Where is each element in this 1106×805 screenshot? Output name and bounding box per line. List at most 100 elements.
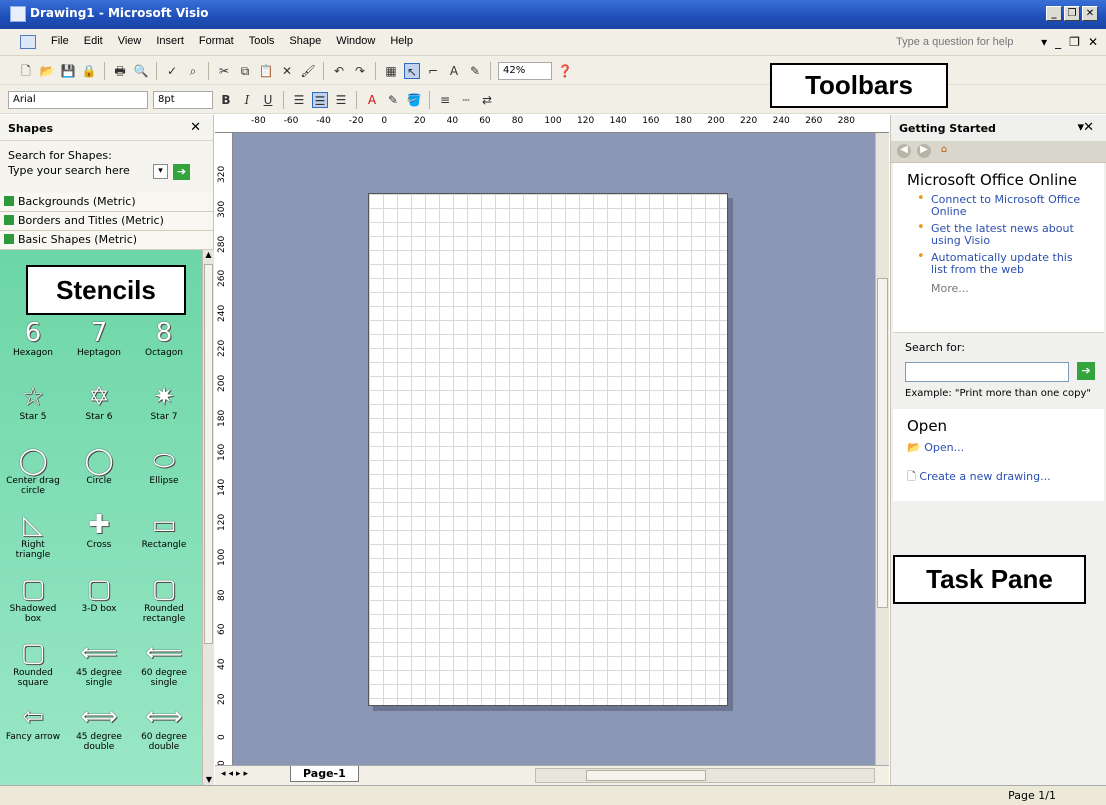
menu-tools[interactable]: Tools xyxy=(249,35,275,49)
font-color-icon[interactable]: A xyxy=(364,92,380,108)
menu-edit[interactable]: Edit xyxy=(84,35,103,49)
save-icon[interactable]: 💾 xyxy=(60,63,76,79)
canvas-scroll-thumb[interactable] xyxy=(877,278,888,608)
underline-icon[interactable]: U xyxy=(260,92,276,108)
menu-window[interactable]: Window xyxy=(336,35,375,49)
task-search-go-icon[interactable]: ➔ xyxy=(1077,362,1095,380)
zoom-select[interactable]: 42% xyxy=(498,62,552,80)
more-link[interactable]: More... xyxy=(893,280,1104,301)
doc-close-button[interactable]: ✕ xyxy=(1088,35,1098,49)
stencil-backgrounds[interactable]: Backgrounds (Metric) xyxy=(0,193,213,212)
doc-restore-button[interactable]: ❐ xyxy=(1069,35,1080,49)
align-left-icon[interactable]: ☰ xyxy=(291,92,307,108)
shape-item[interactable]: ✚ Cross xyxy=(69,510,129,550)
shape-item[interactable]: ✷ Star 7 xyxy=(134,382,194,422)
shape-item[interactable]: ⟸ 45 degree single xyxy=(69,638,129,688)
line-weight-icon[interactable]: ≡ xyxy=(437,92,453,108)
new-icon[interactable]: 🗋 xyxy=(18,63,34,79)
shapes-scrollbar[interactable]: ▲ ▼ xyxy=(202,250,214,787)
scroll-up-icon[interactable]: ▲ xyxy=(203,250,214,262)
bold-icon[interactable]: B xyxy=(218,92,234,108)
shape-item[interactable]: ⟺ 60 degree double xyxy=(134,702,194,752)
task-search-input[interactable] xyxy=(905,362,1069,382)
search-dropdown-icon[interactable]: ▾ xyxy=(153,164,168,179)
connector-tool-icon[interactable]: ⌐ xyxy=(425,63,441,79)
canvas-vertical-scrollbar[interactable] xyxy=(875,133,889,765)
doc-menu-icon[interactable] xyxy=(20,35,36,49)
research-icon[interactable]: ⌕ xyxy=(185,63,201,79)
shape-item[interactable]: ▢ Rounded square xyxy=(3,638,63,688)
pointer-tool-icon[interactable]: ↖ xyxy=(404,63,420,79)
close-icon[interactable]: ✕ xyxy=(1083,120,1094,135)
back-icon[interactable]: ◀ xyxy=(897,144,911,158)
shape-item[interactable]: 7 Heptagon xyxy=(69,318,129,358)
shape-item[interactable]: ◺ Right triangle xyxy=(3,510,63,560)
menu-format[interactable]: Format xyxy=(199,35,234,49)
text-tool-icon[interactable]: A xyxy=(446,63,462,79)
line-ends-icon[interactable]: ⇄ xyxy=(479,92,495,108)
open-icon[interactable]: 📂 xyxy=(39,63,55,79)
close-icon[interactable]: ✕ xyxy=(190,120,201,135)
menu-file[interactable]: File xyxy=(51,35,69,49)
help-search-input[interactable]: Type a question for help xyxy=(896,36,1013,48)
visio-app-icon[interactable] xyxy=(10,6,26,22)
shape-item[interactable]: 6 Hexagon xyxy=(3,318,63,358)
canvas-horizontal-scrollbar[interactable] xyxy=(535,768,875,783)
shape-item[interactable]: ▢ 3-D box xyxy=(69,574,129,614)
shape-item[interactable]: ⟸ 60 degree single xyxy=(134,638,194,688)
shape-item[interactable]: ◯ Center drag circle xyxy=(3,446,63,496)
line-color-icon[interactable]: ✎ xyxy=(385,92,401,108)
connect-online-link[interactable]: Connect to Microsoft Office Online xyxy=(893,193,1104,222)
menu-view[interactable]: View xyxy=(118,35,142,49)
shapes-window-icon[interactable]: ▦ xyxy=(383,63,399,79)
align-right-icon[interactable]: ☰ xyxy=(333,92,349,108)
shape-item[interactable]: ☆ Star 5 xyxy=(3,382,63,422)
scroll-thumb[interactable] xyxy=(204,264,213,644)
page-tab[interactable]: Page-1 xyxy=(290,766,359,782)
align-center-icon[interactable]: ☰ xyxy=(312,92,328,108)
help-dropdown-icon[interactable]: ▾ xyxy=(1041,35,1047,49)
format-painter-icon[interactable]: 🖌 xyxy=(300,63,316,79)
copy-icon[interactable]: ⧉ xyxy=(237,63,253,79)
permission-icon[interactable]: 🔒 xyxy=(81,63,97,79)
fill-color-icon[interactable]: 🪣 xyxy=(406,92,422,108)
redo-icon[interactable]: ↷ xyxy=(352,63,368,79)
menu-help[interactable]: Help xyxy=(390,35,413,49)
minimize-button[interactable]: _ xyxy=(1046,6,1062,21)
italic-icon[interactable]: I xyxy=(239,92,255,108)
shape-item[interactable]: ▭ Rectangle xyxy=(134,510,194,550)
auto-update-link[interactable]: Automatically update this list from the … xyxy=(893,251,1104,280)
paste-icon[interactable]: 📋 xyxy=(258,63,274,79)
print-preview-icon[interactable]: 🔍 xyxy=(133,63,149,79)
cut-icon[interactable]: ✂ xyxy=(216,63,232,79)
shape-item[interactable]: ⟺ 45 degree double xyxy=(69,702,129,752)
shape-item[interactable]: ⬭ Ellipse xyxy=(134,446,194,486)
font-size-select[interactable]: 8pt xyxy=(153,91,213,109)
close-button[interactable]: ✕ xyxy=(1082,6,1098,21)
doc-minimize-button[interactable]: _ xyxy=(1055,35,1061,49)
search-shapes-input[interactable]: Type your search here xyxy=(8,164,148,180)
help-icon[interactable]: ❓ xyxy=(557,63,573,79)
menu-shape[interactable]: Shape xyxy=(289,35,321,49)
undo-icon[interactable]: ↶ xyxy=(331,63,347,79)
create-drawing-link[interactable]: Create a new drawing... xyxy=(919,470,1050,483)
drawing-tools-icon[interactable]: ✎ xyxy=(467,63,483,79)
line-pattern-icon[interactable]: ┄ xyxy=(458,92,474,108)
shape-item[interactable]: ✡ Star 6 xyxy=(69,382,129,422)
drawing-page[interactable] xyxy=(368,193,728,706)
delete-icon[interactable]: ✕ xyxy=(279,63,295,79)
shape-item[interactable]: ⇦ Fancy arrow xyxy=(3,702,63,742)
stencil-borders-titles[interactable]: Borders and Titles (Metric) xyxy=(0,212,213,231)
shape-item[interactable]: ◯ Circle xyxy=(69,446,129,486)
shape-item[interactable]: ▢ Rounded rectangle xyxy=(134,574,194,624)
page-nav-icons[interactable]: ◂◂▸▸ xyxy=(221,769,251,779)
h-scroll-thumb[interactable] xyxy=(586,770,706,781)
print-icon[interactable]: 🖶 xyxy=(112,63,128,79)
open-link[interactable]: Open... xyxy=(924,441,964,454)
latest-news-link[interactable]: Get the latest news about using Visio xyxy=(893,222,1104,251)
shape-item[interactable]: ▢ Shadowed box xyxy=(3,574,63,624)
restore-button[interactable]: ❐ xyxy=(1064,6,1080,21)
menu-insert[interactable]: Insert xyxy=(156,35,184,49)
search-go-icon[interactable]: ➔ xyxy=(173,164,190,180)
forward-icon[interactable]: ▶ xyxy=(917,144,931,158)
